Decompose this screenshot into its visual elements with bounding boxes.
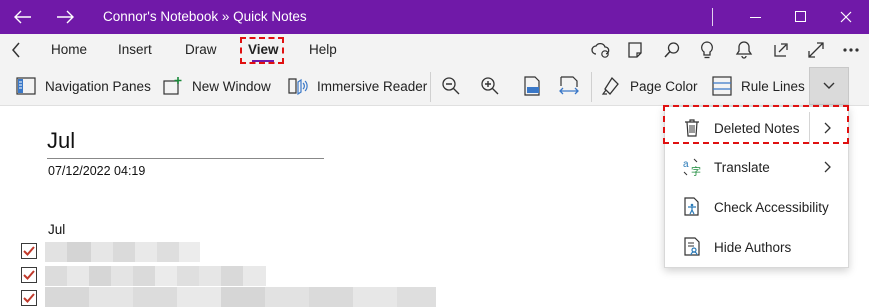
checkmark-icon	[23, 293, 35, 303]
window-title: Connor's Notebook » Quick Notes	[103, 9, 307, 24]
chevron-right-icon[interactable]	[821, 160, 835, 174]
todo-checkbox[interactable]	[21, 267, 37, 283]
new-window-icon	[162, 75, 184, 97]
page-width-button[interactable]	[558, 72, 580, 100]
ribbon-divider	[591, 72, 592, 102]
redacted-note-text	[45, 266, 266, 286]
menu-item-label: Check Accessibility	[714, 199, 829, 215]
page-color-icon	[600, 75, 622, 97]
accessibility-icon	[681, 196, 703, 218]
menu-item-check-accessibility[interactable]: Check Accessibility	[665, 187, 850, 227]
bell-icon[interactable]	[731, 38, 757, 62]
search-icon[interactable]	[659, 38, 685, 62]
immersive-reader-label: Immersive Reader	[317, 78, 428, 94]
share-icon[interactable]	[767, 38, 793, 62]
translate-icon: a字	[681, 156, 703, 178]
navigation-panes-label: Navigation Panes	[45, 78, 151, 94]
navigation-panes-button[interactable]: Navigation Panes	[15, 72, 151, 100]
page-width-icon	[558, 75, 580, 97]
separator-icon	[690, 0, 736, 34]
more-icon[interactable]	[838, 38, 864, 62]
note-heading[interactable]: Jul	[48, 222, 65, 237]
close-icon[interactable]	[823, 0, 869, 34]
redacted-note-text	[45, 287, 436, 307]
zoom-100-icon	[521, 75, 543, 97]
page-icon[interactable]	[622, 38, 648, 62]
chevron-down-icon	[823, 77, 835, 95]
immersive-reader-icon	[287, 75, 309, 97]
deleted-notes-highlight	[663, 105, 849, 144]
maximize-icon[interactable]	[778, 0, 824, 34]
zoom-out-icon	[440, 75, 462, 97]
tab-insert[interactable]: Insert	[118, 42, 152, 57]
hide-authors-icon	[681, 236, 703, 258]
minimize-icon[interactable]	[733, 0, 779, 34]
page-color-button[interactable]: Page Color	[600, 72, 698, 100]
menu-item-translate[interactable]: a字 Translate	[665, 147, 850, 187]
rule-lines-icon	[711, 75, 733, 97]
rule-lines-button[interactable]: Rule Lines	[711, 72, 805, 100]
arrow-left-icon[interactable]	[0, 0, 46, 34]
immersive-reader-button[interactable]: Immersive Reader	[287, 72, 427, 100]
zoom-100-button[interactable]	[521, 72, 543, 100]
title-divider	[47, 158, 324, 159]
svg-text:字: 字	[691, 165, 701, 177]
menu-item-hide-authors[interactable]: Hide Authors	[665, 227, 850, 267]
page-date: 07/12/2022 04:19	[48, 164, 146, 178]
todo-checkbox[interactable]	[21, 290, 37, 306]
page-title[interactable]: Jul	[47, 128, 75, 154]
menu-item-label: Translate	[714, 159, 770, 175]
checkmark-icon	[23, 270, 35, 280]
lightbulb-icon[interactable]	[694, 38, 720, 62]
redacted-note-text	[45, 242, 200, 262]
expand-icon[interactable]	[803, 38, 829, 62]
zoom-out-button[interactable]	[440, 72, 462, 100]
tab-home[interactable]: Home	[51, 42, 87, 57]
zoom-in-button[interactable]	[479, 72, 501, 100]
todo-checkbox[interactable]	[21, 243, 37, 259]
view-ribbon: Navigation Panes New Window Immersive Re…	[0, 66, 869, 106]
page-color-label: Page Color	[630, 78, 698, 94]
arrow-right-icon[interactable]	[42, 0, 88, 34]
ribbon-divider	[430, 72, 431, 102]
svg-text:a: a	[683, 159, 689, 170]
new-window-label: New Window	[192, 78, 271, 94]
checkmark-icon	[23, 246, 35, 256]
tab-draw[interactable]: Draw	[185, 42, 217, 57]
rule-lines-label: Rule Lines	[741, 78, 805, 94]
sync-icon[interactable]	[588, 38, 614, 62]
view-tab-highlight	[240, 37, 284, 64]
navigation-panes-icon	[15, 75, 37, 97]
menu-item-label: Hide Authors	[714, 239, 792, 255]
ribbon-overflow-button[interactable]	[809, 67, 849, 105]
tab-help[interactable]: Help	[309, 42, 337, 57]
zoom-in-icon	[479, 75, 501, 97]
chevron-left-icon[interactable]	[3, 38, 29, 62]
title-bar: Connor's Notebook » Quick Notes	[0, 0, 869, 34]
new-window-button[interactable]: New Window	[162, 72, 271, 100]
